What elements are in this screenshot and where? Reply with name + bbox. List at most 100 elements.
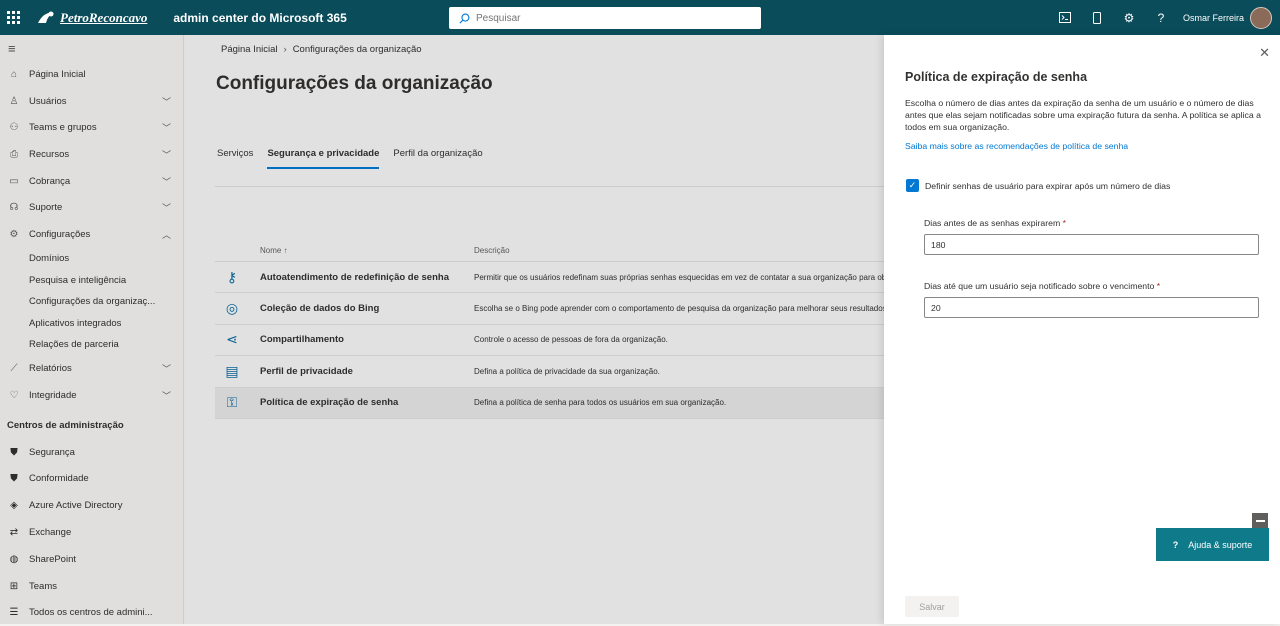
- app-title[interactable]: admin center do Microsoft 365: [173, 11, 346, 25]
- sidebar-item-label: Suporte: [29, 202, 63, 214]
- chevron-down-icon[interactable]: ﹀: [162, 148, 171, 161]
- sidebar-item-main-1[interactable]: ♙ Usuários ﹀: [0, 88, 183, 115]
- chevron-up-icon[interactable]: ︿: [162, 228, 171, 241]
- sidebar-subitem[interactable]: Domínios: [0, 248, 183, 270]
- row-name[interactable]: Compartilhamento: [260, 334, 344, 345]
- expire-checkbox-label: Definir senhas de usuário para expirar a…: [925, 180, 1171, 191]
- column-header-name[interactable]: Nome ↑: [260, 246, 288, 255]
- sidebar-subitem[interactable]: Configurações da organizaç...: [0, 291, 183, 313]
- row-description: Permitir que os usuários redefinam suas …: [474, 272, 885, 282]
- close-panel-button[interactable]: ✕: [1259, 45, 1270, 61]
- admin-center-item[interactable]: ◍ SharePoint: [0, 546, 183, 573]
- sidebar-subitem[interactable]: Relações de parceria: [0, 334, 183, 356]
- tab-seguranca-privacidade[interactable]: Segurança e privacidade: [267, 148, 380, 169]
- exchange-icon: ⇄: [9, 526, 19, 538]
- expire-checkbox[interactable]: ✓: [906, 179, 919, 192]
- mobile-icon: [1092, 11, 1101, 24]
- sidebar-item-main-5[interactable]: ☊ Suporte ﹀: [0, 194, 183, 221]
- resources-icon: ⎙: [10, 148, 18, 160]
- mobile-button[interactable]: [1081, 0, 1113, 35]
- admin-centers-title: Centros de administração: [7, 420, 124, 432]
- row-name[interactable]: Autoatendimento de redefinição de senha: [260, 272, 449, 283]
- admin-center-label: Conformidade: [29, 473, 89, 485]
- table-row[interactable]: ⚿ Política de expiração de senha Defina a …: [215, 387, 885, 419]
- key-icon: ⚿: [226, 394, 238, 411]
- admin-center-item[interactable]: ⊞ Teams: [0, 573, 183, 600]
- app-launcher-button[interactable]: [0, 0, 26, 35]
- sidebar-item-main-3[interactable]: ⎙ Recursos ﹀: [0, 141, 183, 168]
- chevron-down-icon[interactable]: ﹀: [162, 389, 171, 402]
- sidebar-item-main-4[interactable]: ▭ Cobrança ﹀: [0, 168, 183, 195]
- password-expiration-panel: ✕ Política de expiração de senha Escolha…: [884, 35, 1280, 624]
- sidebar-item-label: Configurações: [29, 228, 91, 240]
- admin-center-label: SharePoint: [29, 553, 77, 565]
- tab-servicos[interactable]: Serviços: [217, 148, 253, 169]
- admin-center-item[interactable]: ☰ Todos os centros de admini...: [0, 599, 183, 626]
- table-row[interactable]: ⚷ Autoatendimento de redefinição de senha…: [215, 262, 885, 294]
- sidebar-item-main-0[interactable]: ⌂ Página Inicial: [0, 61, 183, 88]
- chevron-down-icon[interactable]: ﹀: [162, 95, 171, 108]
- admin-center-item[interactable]: ◈ Azure Active Directory: [0, 492, 183, 519]
- admin-center-item[interactable]: ⛊ Segurança: [0, 439, 183, 466]
- admin-center-label: Azure Active Directory: [29, 500, 123, 512]
- sidebar-item-after-0[interactable]: ⟋ Relatórios ﹀: [0, 355, 183, 382]
- expire-checkbox-row[interactable]: ✓ Definir senhas de usuário para expirar…: [906, 179, 1170, 192]
- settings-button[interactable]: ⚙: [1113, 0, 1145, 35]
- tab-perfil-organizacao[interactable]: Perfil da organização: [393, 148, 482, 169]
- sidebar-item-label: Teams e grupos: [29, 122, 97, 134]
- admin-center-item[interactable]: ⇄ Exchange: [0, 519, 183, 546]
- sidebar-item-main-2[interactable]: ⚇ Teams e grupos ﹀: [0, 114, 183, 141]
- days-before-expire-input[interactable]: [924, 234, 1259, 255]
- waffle-icon: [6, 11, 20, 24]
- collapse-nav-button[interactable]: ≡: [0, 35, 183, 61]
- page-title: Configurações da organização: [216, 73, 493, 94]
- sidebar-item-label: Integridade: [29, 389, 77, 401]
- sidebar-item-main-6[interactable]: ⚙ Configurações ︿: [0, 221, 183, 248]
- save-button[interactable]: Salvar: [905, 596, 959, 617]
- share-icon: ⋖: [226, 331, 238, 348]
- brand-logo[interactable]: PetroReconcavo: [36, 9, 147, 27]
- days-notify-label: Dias até que um usuário seja notificado …: [924, 281, 1160, 291]
- sidebar-item-label: Recursos: [29, 148, 70, 160]
- password-policy-link[interactable]: Saiba mais sobre as recomendações de pol…: [905, 141, 1128, 151]
- breadcrumb: Página Inicial › Configurações da organiza…: [221, 44, 422, 55]
- sidebar-item-label: Usuários: [29, 95, 67, 107]
- days-notify-input[interactable]: [924, 297, 1259, 318]
- sidebar-item-after-1[interactable]: ♡ Integridade ﹀: [0, 382, 183, 409]
- row-name[interactable]: Perfil de privacidade: [260, 366, 353, 377]
- chevron-down-icon[interactable]: ﹀: [162, 175, 171, 188]
- sidebar-subitem[interactable]: Pesquisa e inteligência: [0, 269, 183, 291]
- search-box[interactable]: [449, 7, 761, 29]
- row-description: Defina a política de senha para todos os…: [474, 398, 727, 408]
- teams-groups-icon: ⚇: [9, 122, 19, 134]
- heart-icon: ♡: [9, 389, 19, 401]
- chevron-down-icon[interactable]: ﹀: [162, 201, 171, 214]
- admin-center-item[interactable]: ⛊ Conformidade: [0, 465, 183, 492]
- sidebar-subitem[interactable]: Aplicativos integrados: [0, 312, 183, 334]
- days-notify-label-text: Dias até que um usuário seja notificado …: [924, 281, 1155, 291]
- brand-name: PetroReconcavo: [60, 9, 148, 25]
- search-icon: [459, 13, 470, 23]
- breadcrumb-home[interactable]: Página Inicial: [221, 44, 278, 55]
- tab-bar: Serviços Segurança e privacidade Perfil …: [217, 148, 497, 169]
- table-row[interactable]: ◎ Coleção de dados do Bing Escolha se o Bi…: [215, 293, 885, 325]
- required-marker: *: [1062, 218, 1066, 228]
- checkmark-icon: ✓: [908, 180, 917, 190]
- minimize-help-button[interactable]: [1252, 513, 1268, 528]
- search-input[interactable]: [476, 12, 736, 24]
- chevron-down-icon[interactable]: ﹀: [162, 362, 171, 375]
- admin-center-label: Segurança: [29, 446, 75, 458]
- help-support-button[interactable]: ? Ajuda & suporte: [1156, 528, 1269, 561]
- avatar[interactable]: [1250, 6, 1272, 29]
- list-icon: ☰: [9, 607, 19, 619]
- top-right-controls: ⚙ ? Osmar Ferreira: [1049, 0, 1272, 35]
- chevron-down-icon[interactable]: ﹀: [162, 121, 171, 134]
- user-name[interactable]: Osmar Ferreira: [1183, 13, 1244, 23]
- row-name[interactable]: Coleção de dados do Bing: [260, 303, 379, 314]
- table-row[interactable]: ⋖ Compartilhamento Controle o acesso de pe…: [215, 325, 885, 357]
- row-name[interactable]: Política de expiração de senha: [260, 397, 398, 408]
- table-row[interactable]: ▤ Perfil de privacidade Defina a política …: [215, 356, 885, 388]
- help-button[interactable]: ?: [1145, 0, 1177, 35]
- terminal-button[interactable]: [1049, 0, 1081, 35]
- azure-ad-icon: ◈: [10, 500, 18, 512]
